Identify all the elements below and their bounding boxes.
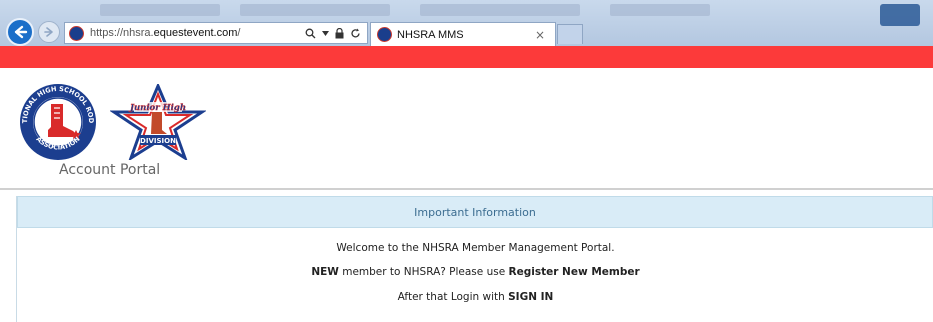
lock-icon[interactable]: [335, 27, 344, 39]
background-tab-blur: [240, 4, 390, 16]
background-tab-blur: [100, 4, 220, 16]
search-icon[interactable]: [305, 28, 316, 39]
new-member-middle: member to NHSRA? Please use: [338, 266, 509, 278]
arrow-left-icon: [14, 25, 28, 39]
arrow-right-icon: [44, 27, 53, 37]
nhsra-logo[interactable]: NATIONAL HIGH SCHOOL RODEO ASSOCIATION: [18, 82, 98, 162]
site-favicon-icon: [69, 25, 84, 41]
refresh-icon[interactable]: [350, 28, 361, 39]
svg-text:DIVISION: DIVISION: [140, 137, 176, 145]
new-tab-button[interactable]: [557, 24, 583, 44]
address-bar[interactable]: https://nhsra.equestevent.com/: [64, 22, 368, 44]
panel-heading: Important Information: [17, 196, 933, 228]
address-tools: [305, 27, 361, 39]
dropdown-icon[interactable]: [322, 30, 329, 36]
address-url[interactable]: https://nhsra.equestevent.com/: [90, 27, 240, 39]
close-tab-icon[interactable]: ×: [535, 28, 545, 42]
back-button[interactable]: [6, 18, 34, 46]
background-tab-blur: [610, 4, 710, 16]
tab-favicon-icon: [377, 27, 392, 42]
new-member-text: NEW member to NHSRA? Please use Register…: [17, 266, 933, 278]
active-tab[interactable]: NHSRA MMS ×: [370, 22, 556, 46]
header-divider: [0, 188, 933, 190]
browser-chrome: https://nhsra.equestevent.com/ NHSRA MMS…: [0, 0, 933, 46]
forward-button[interactable]: [38, 21, 60, 43]
svg-text:Junior High: Junior High: [128, 103, 186, 113]
new-word: NEW: [311, 266, 339, 278]
register-new-member-ref: Register New Member: [508, 266, 640, 278]
login-instruction-text: After that Login with SIGN IN: [17, 291, 933, 303]
site-header: NATIONAL HIGH SCHOOL RODEO ASSOCIATION J…: [0, 68, 933, 188]
after-text: After that Login with: [397, 291, 509, 303]
top-red-band: [0, 46, 933, 68]
tab-title: NHSRA MMS: [397, 28, 464, 41]
window-control[interactable]: [880, 4, 920, 26]
welcome-text: Welcome to the NHSRA Member Management P…: [336, 242, 615, 254]
portal-title: Account Portal: [59, 162, 161, 178]
background-tab-blur: [420, 4, 580, 16]
important-info-panel: Important Information Welcome to the NHS…: [16, 196, 933, 322]
junior-high-division-logo[interactable]: Junior High DIVISION: [110, 84, 206, 160]
sign-in-ref: SIGN IN: [508, 291, 554, 303]
